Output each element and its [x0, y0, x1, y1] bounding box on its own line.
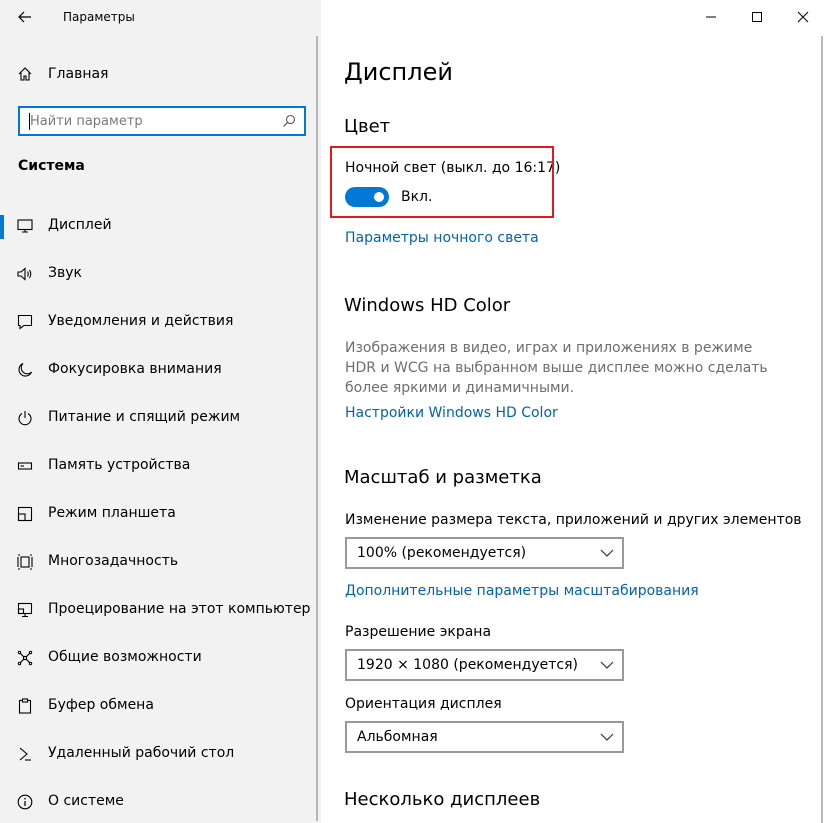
back-button[interactable]: [12, 4, 38, 30]
orientation-select[interactable]: Альбомная: [345, 721, 624, 753]
sidebar-item-storage[interactable]: Память устройства: [0, 442, 321, 490]
chevron-down-icon: [600, 661, 614, 669]
sidebar-home-label: Главная: [48, 66, 109, 82]
search-input[interactable]: [30, 112, 280, 130]
hdr-settings-link[interactable]: Настройки Windows HD Color: [345, 405, 558, 421]
sidebar-item-display[interactable]: Дисплей: [0, 202, 321, 250]
chevron-down-icon: [600, 549, 614, 557]
scale-label: Изменение размера текста, приложений и д…: [345, 512, 802, 528]
page-title: Дисплей: [344, 58, 453, 86]
sidebar-item-label: Дисплей: [48, 217, 112, 233]
sidebar-item-power[interactable]: Питание и спящий режим: [0, 394, 321, 442]
sidebar-item-clipboard[interactable]: Буфер обмена: [0, 682, 321, 730]
night-light-settings-link[interactable]: Параметры ночного света: [345, 230, 539, 246]
home-icon: [18, 67, 32, 81]
sidebar-item-multitasking[interactable]: Многозадачность: [0, 538, 321, 586]
main-content: Дисплей Цвет Ночной свет (выкл. до 16:17…: [321, 0, 826, 823]
monitor-icon: [17, 219, 33, 233]
sidebar-item-label: Проецирование на этот компьютер: [48, 601, 311, 617]
scale-select-value: 100% (рекомендуется): [357, 545, 527, 561]
color-heading: Цвет: [344, 116, 391, 137]
sidebar-item-label: Фокусировка внимания: [48, 361, 222, 377]
resolution-select[interactable]: 1920 × 1080 (рекомендуется): [345, 649, 624, 681]
remote-icon: [19, 747, 31, 761]
multitask-icon: [17, 554, 33, 570]
speaker-icon: [17, 267, 32, 281]
sidebar-item-about[interactable]: О системе: [0, 778, 321, 823]
share-icon: [17, 650, 33, 666]
sidebar-scrollbar[interactable]: [316, 36, 318, 821]
orientation-select-value: Альбомная: [357, 729, 438, 745]
search-icon[interactable]: [282, 114, 296, 128]
sidebar-item-remote-desktop[interactable]: Удаленный рабочий стол: [0, 730, 321, 778]
app-title: Параметры: [63, 10, 135, 24]
sidebar-item-projecting[interactable]: Проецирование на этот компьютер: [0, 586, 321, 634]
sidebar-item-focus-assist[interactable]: Фокусировка внимания: [0, 346, 321, 394]
clipboard-icon: [18, 698, 32, 714]
sidebar-item-label: Буфер обмена: [48, 697, 154, 713]
tablet-icon: [17, 506, 33, 522]
sidebar-item-label: О системе: [48, 793, 124, 809]
info-icon: [17, 794, 33, 810]
notification-icon: [17, 314, 33, 330]
sidebar-item-label: Удаленный рабочий стол: [48, 745, 235, 761]
sidebar-item-notifications[interactable]: Уведомления и действия: [0, 298, 321, 346]
power-icon: [18, 411, 32, 426]
scale-select[interactable]: 100% (рекомендуется): [345, 537, 624, 569]
sidebar-item-label: Звук: [48, 265, 82, 281]
sidebar-item-label: Многозадачность: [48, 553, 179, 569]
hdr-heading: Windows HD Color: [344, 295, 511, 316]
resolution-label: Разрешение экрана: [345, 624, 492, 640]
storage-icon: [17, 462, 33, 470]
sidebar-section-title: Система: [18, 158, 85, 174]
sidebar-item-shared-experiences[interactable]: Общие возможности: [0, 634, 321, 682]
night-light-toggle[interactable]: [345, 187, 389, 207]
orientation-label: Ориентация дисплея: [345, 696, 502, 712]
sidebar-item-label: Питание и спящий режим: [48, 409, 241, 425]
sidebar-item-tablet-mode[interactable]: Режим планшета: [0, 490, 321, 538]
chevron-down-icon: [600, 733, 614, 741]
multi-display-heading: Несколько дисплеев: [344, 789, 541, 810]
night-light-highlight: [330, 146, 554, 218]
projector-icon: [17, 602, 33, 618]
title-bar: Параметры: [0, 0, 321, 34]
main-scrollbar[interactable]: [821, 36, 823, 823]
hdr-description: Изображения в видео, играх и приложениях…: [345, 340, 768, 396]
advanced-scale-link[interactable]: Дополнительные параметры масштабирования: [345, 583, 699, 599]
sidebar-item-label: Память устройства: [48, 457, 191, 473]
moon-icon: [18, 362, 33, 377]
night-light-toggle-label: Вкл.: [401, 189, 433, 205]
sidebar-item-sound[interactable]: Звук: [0, 250, 321, 298]
resolution-select-value: 1920 × 1080 (рекомендуется): [357, 657, 578, 673]
sidebar-item-label: Общие возможности: [48, 649, 202, 665]
toggle-knob: [374, 192, 384, 202]
back-arrow-icon: [18, 11, 31, 23]
search-box[interactable]: [18, 106, 306, 136]
sidebar-item-label: Режим планшета: [48, 505, 176, 521]
sidebar-home[interactable]: Главная: [0, 58, 321, 90]
sidebar-nav: Дисплей Звук Уведомления и действия Фоку…: [0, 202, 321, 823]
sidebar: Параметры Главная Система Дисплей: [0, 0, 321, 823]
scale-heading: Масштаб и разметка: [344, 467, 542, 488]
sidebar-item-label: Уведомления и действия: [48, 313, 234, 329]
